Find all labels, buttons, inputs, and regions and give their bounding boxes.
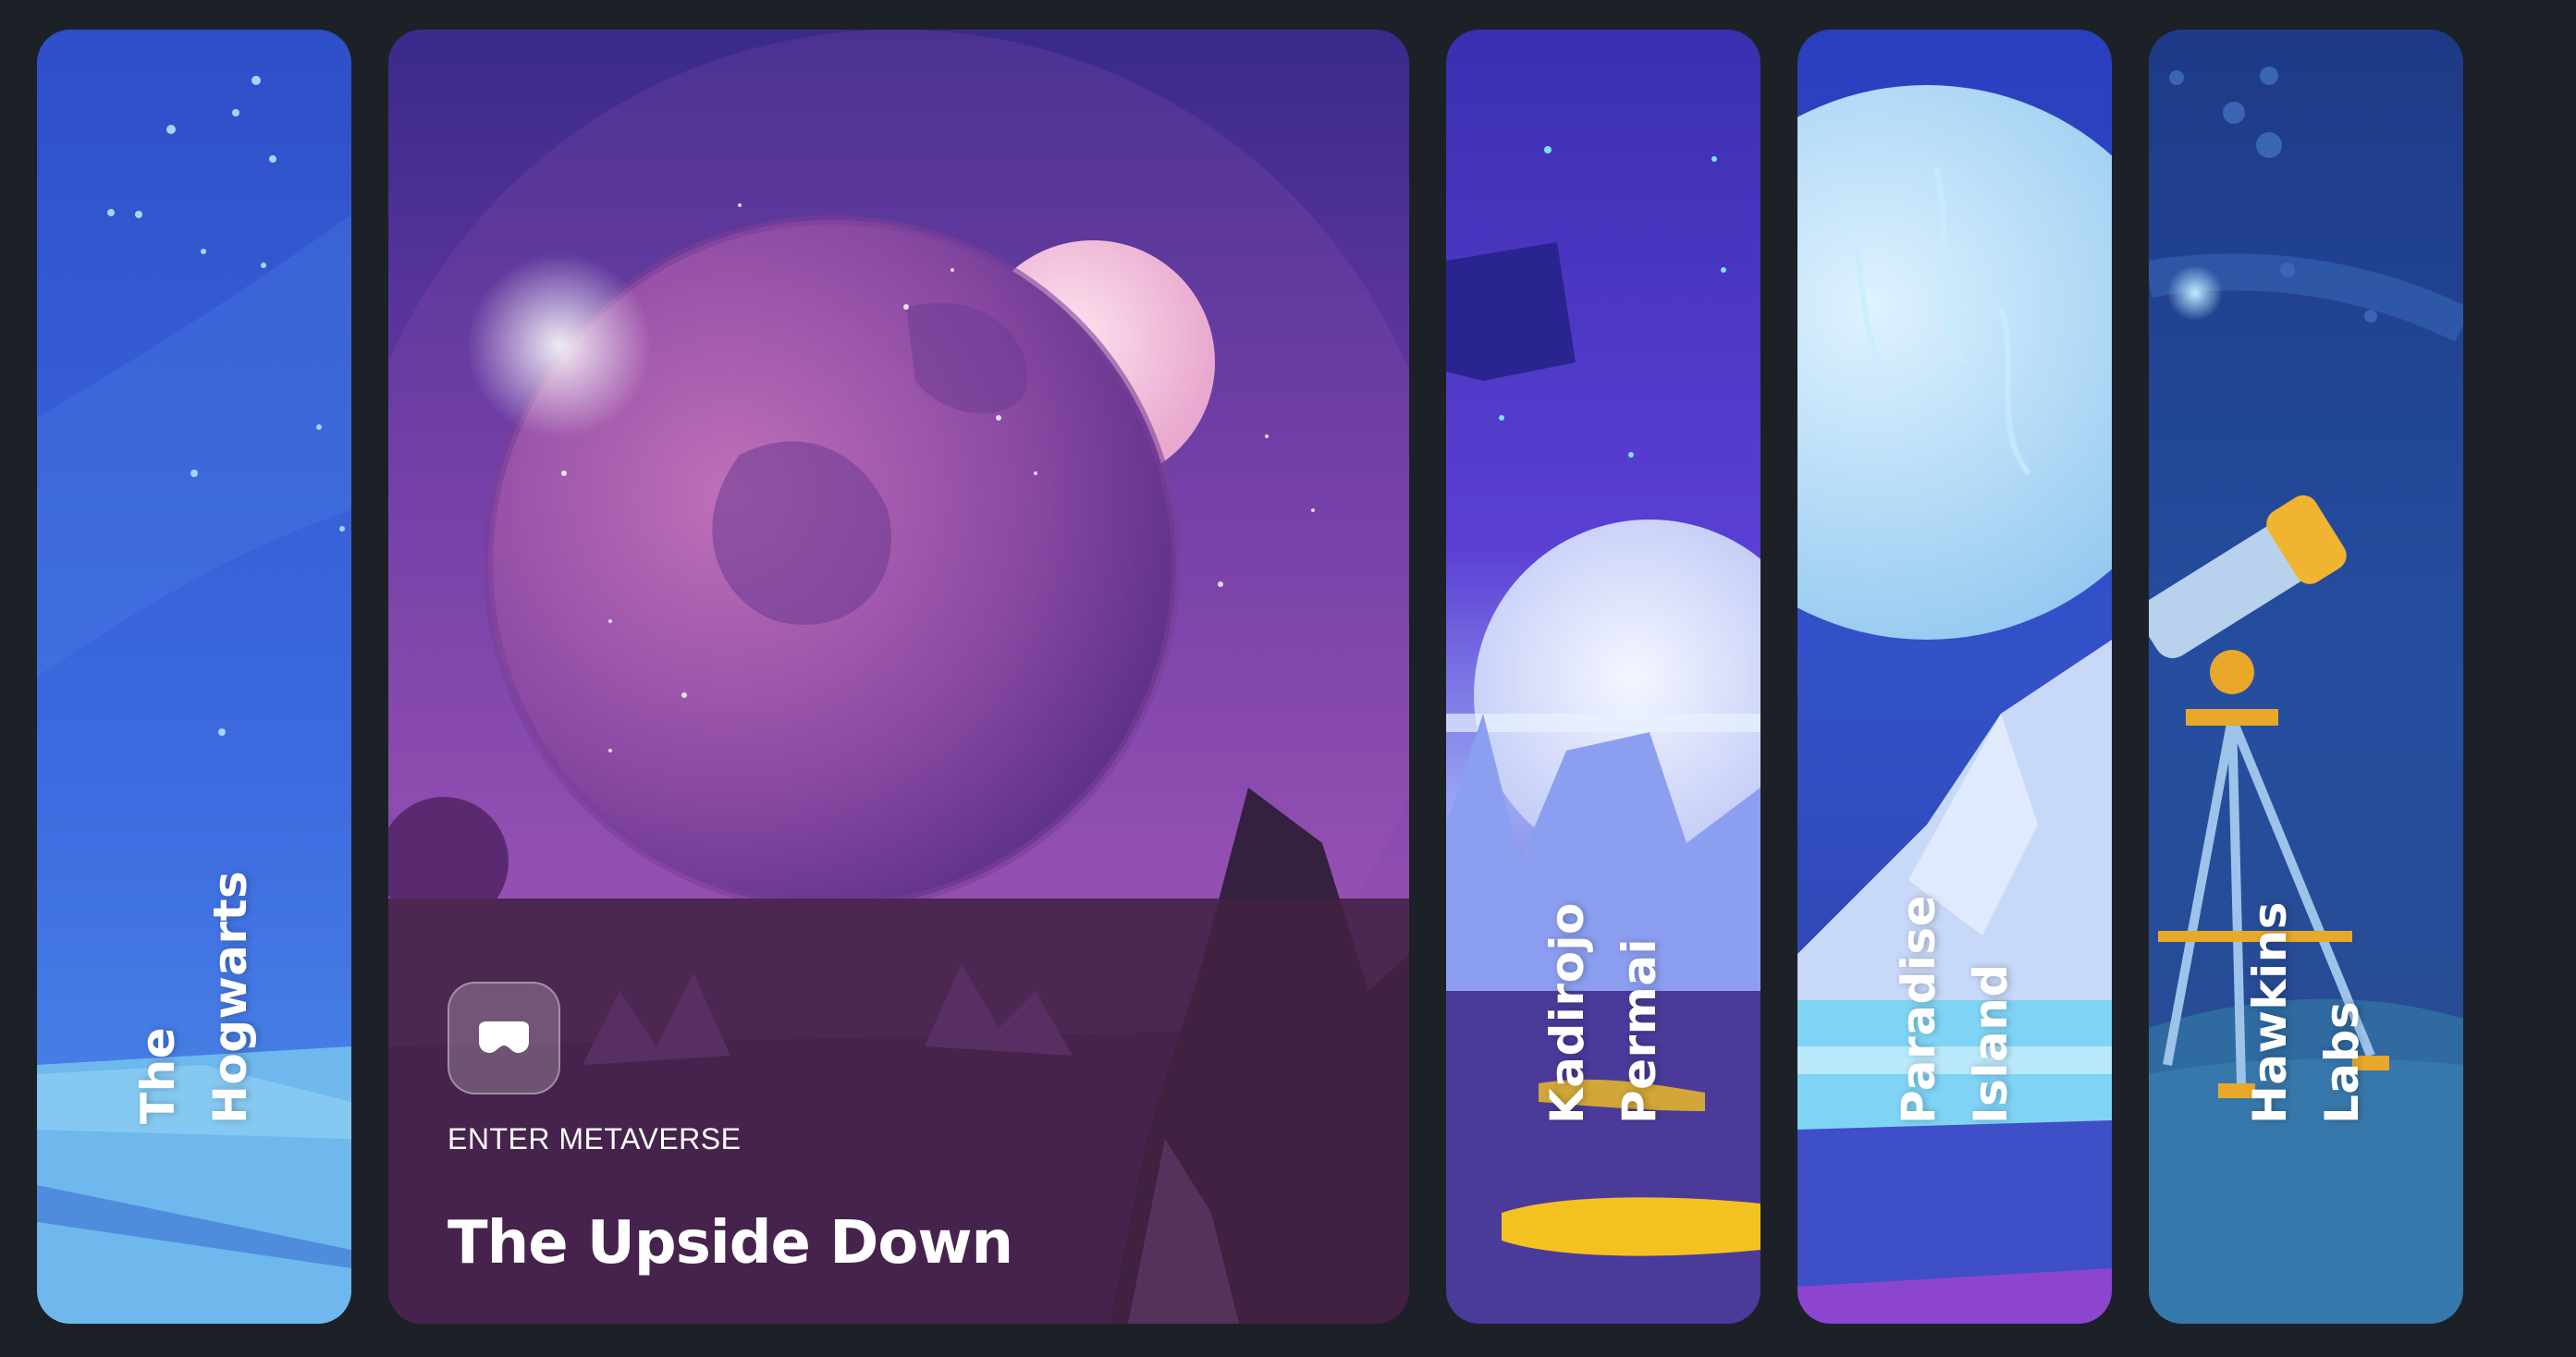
card-background-paradise xyxy=(1797,30,2112,1324)
card-the-hogwarts[interactable]: The Hogwarts xyxy=(37,30,351,1324)
card-kadirojo-permai[interactable]: Kadirojo Permai xyxy=(1446,30,1760,1324)
card-hawkins-labs[interactable]: Hawkins Labs xyxy=(2149,30,2463,1324)
card-label-line-2: Island xyxy=(1964,963,2018,1124)
card-carousel: The Hogwarts ENTER METAVERSE The Upside … xyxy=(0,0,2576,1357)
card-label-line-1: Paradise xyxy=(1892,894,1945,1124)
card-the-upside-down[interactable]: ENTER METAVERSE The Upside Down xyxy=(388,30,1409,1324)
enter-metaverse-button[interactable] xyxy=(448,982,560,1094)
card-background-hogwarts xyxy=(37,30,351,1324)
card-label-line-2: Labs xyxy=(2315,1000,2369,1124)
card-label-line-2: Hogwarts xyxy=(203,870,257,1124)
card-label-line-2: Permai xyxy=(1613,937,1666,1124)
card-label: Hawkins Labs xyxy=(2234,901,2378,1124)
card-label: Kadirojo Permai xyxy=(1531,902,1675,1124)
card-label-line-1: The xyxy=(131,1026,185,1124)
card-background-kadirojo xyxy=(1446,30,1760,1324)
card-label-line-1: Kadirojo xyxy=(1540,902,1594,1124)
vr-headset-icon xyxy=(479,1021,529,1053)
card-paradise-island[interactable]: Paradise Island xyxy=(1797,30,2112,1324)
card-label: Paradise Island xyxy=(1883,895,2027,1124)
card-label: The Hogwarts xyxy=(122,871,266,1124)
card-label-line-1: Hawkins xyxy=(2243,900,2297,1124)
enter-metaverse-label: ENTER METAVERSE xyxy=(448,1122,742,1155)
card-background-hawkins xyxy=(2149,30,2463,1324)
card-title: The Upside Down xyxy=(448,1209,1013,1278)
